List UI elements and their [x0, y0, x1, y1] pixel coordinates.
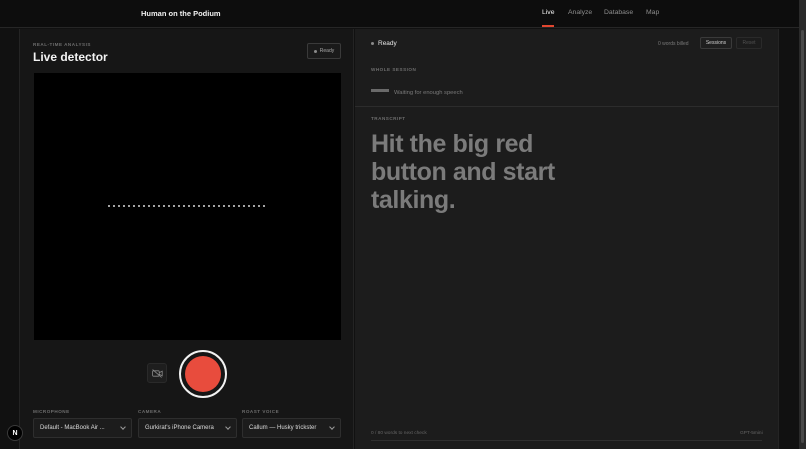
chevron-down-icon — [329, 424, 335, 430]
transcript-placeholder: Hit the big red button and start talking… — [371, 130, 555, 214]
model-label: GPT-5mini — [740, 431, 763, 436]
word-progress-text: 0 / 80 words to next check — [371, 431, 427, 436]
camera-select[interactable]: Gurkirat's iPhone Camera — [138, 418, 237, 438]
waveform-dot — [162, 205, 166, 208]
nav-analyze[interactable]: Analyze — [568, 9, 592, 16]
roast-voice-select-value: Callum — Husky trickster — [249, 425, 317, 431]
chevron-down-icon — [120, 424, 126, 430]
nav-map[interactable]: Map — [646, 9, 659, 16]
detector-panel: REAL-TIME ANALYSIS Live detector Ready M… — [19, 29, 354, 449]
waveform-dot — [142, 205, 146, 208]
whole-session-label: WHOLE SESSION — [371, 67, 417, 72]
waveform-dot — [152, 205, 156, 208]
waveform-dot — [197, 205, 201, 208]
status-dot-icon — [313, 49, 317, 53]
audio-waveform — [108, 205, 265, 208]
waveform-dot — [127, 205, 131, 208]
camera-label: CAMERA — [138, 409, 162, 414]
scrollbar-thumb[interactable] — [801, 30, 804, 443]
words-billed-counter: 0 words billed — [658, 41, 689, 47]
waveform-dot — [182, 205, 186, 208]
waveform-dot — [247, 205, 250, 208]
session-score-bar — [371, 89, 389, 92]
waveform-dot — [157, 205, 161, 208]
nav-live[interactable]: Live — [542, 9, 554, 16]
status-ready-button[interactable]: Ready — [307, 43, 341, 59]
status-ready-label: Ready — [319, 48, 335, 54]
waveform-dot — [167, 205, 171, 208]
waveform-dot — [257, 205, 260, 208]
chevron-down-icon — [225, 424, 231, 430]
camera-off-icon — [151, 368, 163, 378]
session-status: Ready — [371, 40, 397, 47]
waveform-dot — [112, 205, 116, 208]
sessions-button[interactable]: Sessions — [700, 37, 732, 49]
waveform-dot — [217, 205, 220, 208]
waveform-dot — [222, 205, 225, 208]
waveform-dot — [177, 205, 181, 208]
waveform-dot — [132, 205, 136, 208]
record-button[interactable] — [179, 350, 227, 398]
waveform-dot — [147, 205, 151, 208]
waveform-dot — [237, 205, 240, 208]
reset-button[interactable]: Reset — [736, 37, 762, 49]
waveform-dot — [172, 205, 176, 208]
camera-select-value: Gurkirat's iPhone Camera — [145, 425, 214, 431]
waveform-dot — [192, 205, 196, 208]
waveform-dot — [108, 205, 111, 208]
record-button-core — [185, 356, 221, 392]
transcript-label: TRANSCRIPT — [371, 116, 406, 121]
active-tab-indicator — [542, 25, 554, 27]
camera-preview — [34, 73, 341, 340]
top-nav-bar: Human on the Podium Live Analyze Databas… — [0, 0, 806, 28]
microphone-label: MICROPHONE — [33, 409, 70, 414]
dev-tools-badge[interactable]: N — [7, 425, 23, 441]
waveform-dot — [242, 205, 245, 208]
section-eyebrow: REAL-TIME ANALYSIS — [33, 42, 91, 47]
microphone-select-value: Default - MacBook Air ... — [40, 425, 105, 431]
waveform-dot — [262, 205, 265, 208]
nav-database[interactable]: Database — [604, 9, 633, 16]
waveform-dot — [202, 205, 205, 208]
waveform-dot — [207, 205, 210, 208]
waiting-message: Waiting for enough speech — [394, 90, 463, 96]
app-brand[interactable]: Human on the Podium — [141, 9, 221, 18]
waveform-dot — [187, 205, 191, 208]
roast-voice-select[interactable]: Callum — Husky trickster — [242, 418, 341, 438]
waveform-dot — [232, 205, 235, 208]
waveform-dot — [137, 205, 141, 208]
waveform-dot — [212, 205, 215, 208]
page-title: Live detector — [33, 50, 108, 64]
session-status-label: Ready — [378, 40, 397, 47]
roast-voice-label: ROAST VOICE — [242, 409, 280, 414]
microphone-select[interactable]: Default - MacBook Air ... — [33, 418, 132, 438]
camera-toggle-button[interactable] — [147, 363, 167, 383]
status-dot-icon — [371, 42, 374, 45]
waveform-dot — [252, 205, 255, 208]
section-divider — [355, 106, 779, 107]
waveform-dot — [227, 205, 230, 208]
word-progress-track — [371, 440, 762, 441]
session-panel: Ready 0 words billed Sessions Reset WHOL… — [355, 29, 779, 449]
waveform-dot — [117, 205, 121, 208]
waveform-dot — [122, 205, 126, 208]
